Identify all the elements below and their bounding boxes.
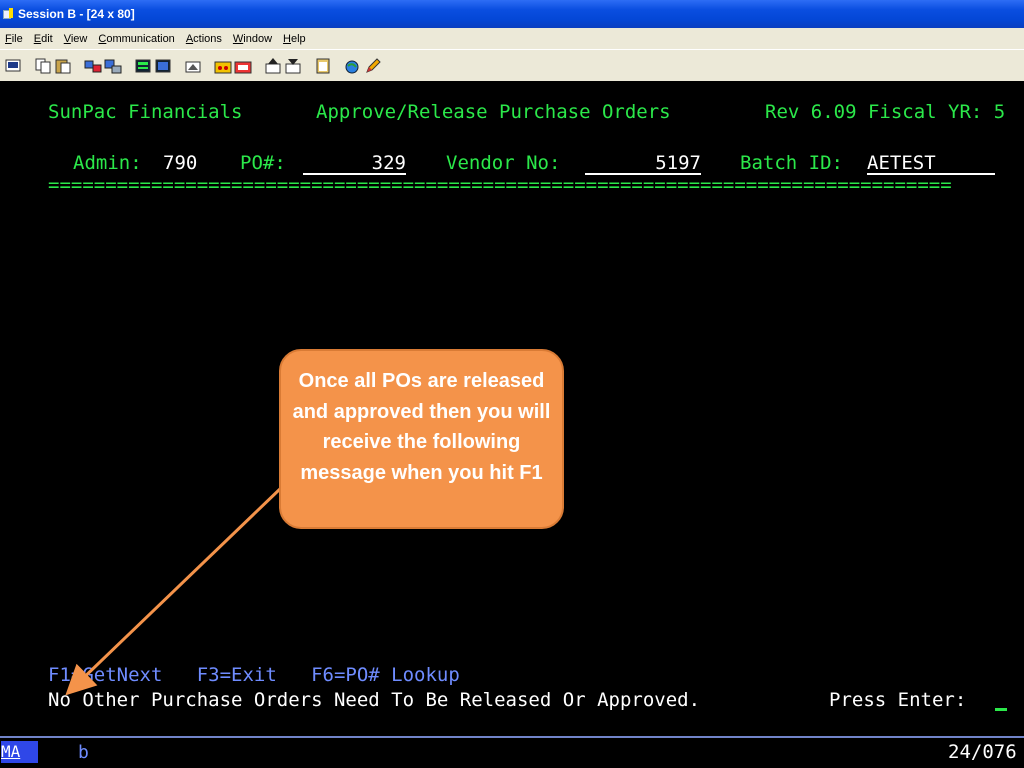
menu-communication[interactable]: Communication	[93, 33, 180, 45]
app-icon[interactable]	[3, 8, 15, 20]
vendor-label: Vendor No:	[446, 152, 561, 174]
copy-icon[interactable]	[34, 57, 52, 75]
menu-actions[interactable]: Actions	[181, 33, 228, 45]
macro-icon[interactable]	[184, 57, 202, 75]
screen-alt-icon[interactable]	[154, 57, 172, 75]
status-message: No Other Purchase Orders Need To Be Rele…	[48, 689, 701, 711]
mode-indicator: MA	[1, 741, 25, 763]
connect-icon[interactable]	[84, 57, 102, 75]
status-bar: MA b 24/076	[0, 736, 1024, 768]
input-cursor[interactable]	[995, 689, 1007, 711]
menu-file[interactable]: File	[0, 33, 29, 45]
batch-label: Batch ID:	[740, 152, 843, 174]
menu-help[interactable]: Help	[278, 33, 312, 45]
admin-value: 790	[163, 152, 198, 174]
send-file-icon[interactable]	[264, 57, 282, 75]
separator-line: ========================================…	[48, 174, 952, 196]
pencil-icon[interactable]	[364, 57, 382, 75]
enter-prompt: Press Enter:	[829, 689, 967, 711]
receive-file-icon[interactable]	[284, 57, 302, 75]
batch-field[interactable]: AETEST	[867, 152, 995, 175]
screen-icon[interactable]	[134, 57, 152, 75]
po-label: PO#:	[240, 152, 286, 174]
paste-icon[interactable]	[54, 57, 72, 75]
callout-text: Once all POs are released and approved t…	[292, 370, 551, 484]
menu-window[interactable]: Window	[228, 33, 278, 45]
status-cursor-block	[25, 741, 38, 763]
po-field[interactable]: 329	[303, 152, 406, 175]
menu-bar: File Edit View Communication Actions Win…	[0, 28, 1024, 49]
display-icon[interactable]	[4, 57, 22, 75]
menu-view[interactable]: View	[59, 33, 94, 45]
screen-title: Approve/Release Purchase Orders	[316, 101, 671, 123]
play-icon[interactable]	[234, 57, 252, 75]
vendor-field[interactable]: 5197	[585, 152, 701, 175]
annotation-callout: Once all POs are released and approved t…	[279, 349, 564, 529]
revision-info: Rev 6.09 Fiscal YR: 5	[765, 101, 1006, 123]
record-icon[interactable]	[214, 57, 232, 75]
toolbar	[0, 49, 1024, 82]
session-indicator: b	[78, 742, 89, 763]
clipboard-icon[interactable]	[314, 57, 332, 75]
menu-edit[interactable]: Edit	[29, 33, 59, 45]
window-title: Session B - [24 x 80]	[18, 7, 135, 21]
company-name: SunPac Financials	[48, 101, 243, 123]
cursor-position: 24/076	[948, 741, 1017, 763]
disconnect-icon[interactable]	[104, 57, 122, 75]
title-bar: Session B - [24 x 80]	[0, 0, 1024, 28]
function-keys: F1=GetNext F3=Exit F6=PO# Lookup	[48, 664, 460, 686]
admin-label: Admin:	[73, 152, 142, 174]
globe-icon[interactable]	[344, 57, 362, 75]
